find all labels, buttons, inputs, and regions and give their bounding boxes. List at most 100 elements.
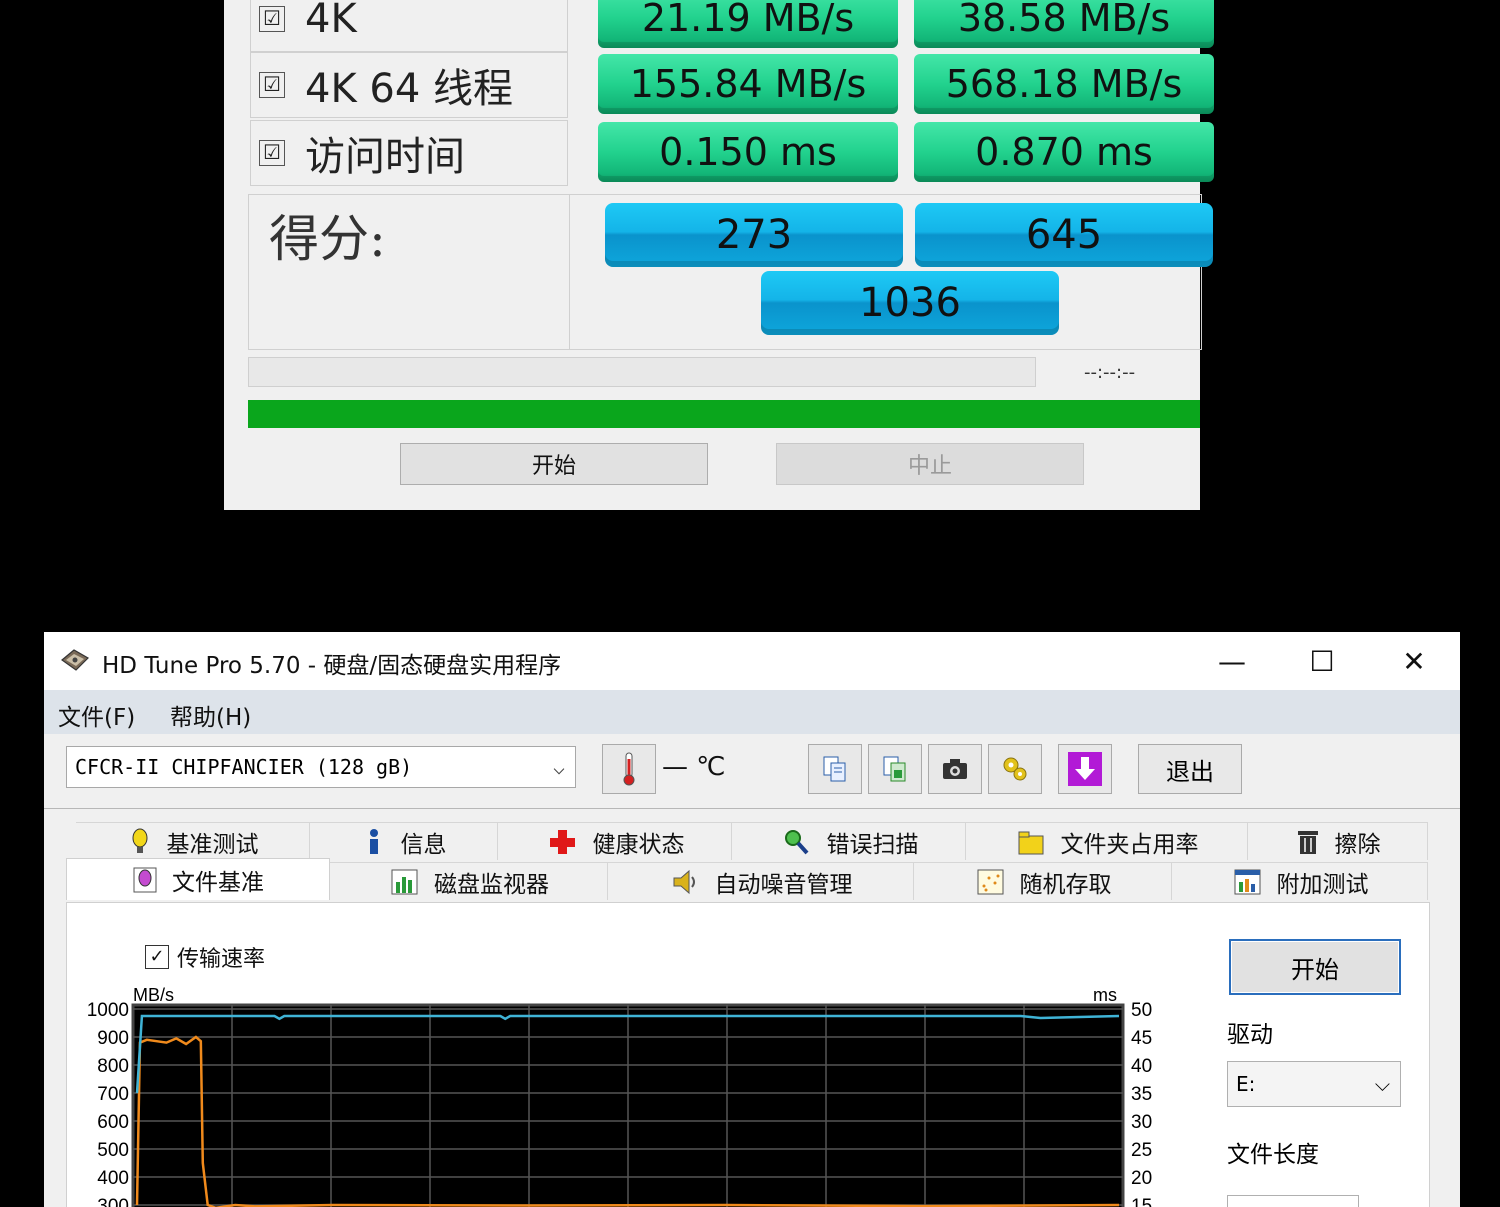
- score-box: 得分: 273 645 1036: [248, 194, 1213, 350]
- y2-tick-label: 45: [1131, 1028, 1152, 1049]
- options-button[interactable]: [988, 744, 1042, 794]
- copy-text-button[interactable]: [808, 744, 862, 794]
- checkbox-icon[interactable]: ☑: [259, 140, 285, 166]
- y-tick-label: 700: [97, 1084, 129, 1105]
- health-cross-icon: [549, 829, 575, 854]
- tab-health[interactable]: 健康状态: [498, 822, 732, 860]
- lightbulb-icon: [132, 828, 147, 853]
- drive-select[interactable]: CFCR-II CHIPFANCIER (128 gB) ⌵: [66, 746, 576, 788]
- progress-fill: [248, 400, 1200, 428]
- y-tick-label: 400: [97, 1168, 129, 1189]
- tab-benchmark[interactable]: 基准测试: [76, 822, 310, 860]
- write-result: 38.58 MB/s: [914, 0, 1214, 48]
- drive-combo-value: E:: [1236, 1072, 1256, 1096]
- thermometer-icon: [623, 752, 635, 786]
- row-4k-64: ☑ 4K 64 线程 155.84 MB/s 568.18 MB/s: [248, 52, 1214, 118]
- copy-text-icon: [823, 756, 846, 782]
- tab-acoustic[interactable]: 自动噪音管理: [608, 862, 914, 900]
- row-title: 4K 64 线程: [305, 66, 514, 112]
- menu-help[interactable]: 帮助(H): [170, 698, 251, 732]
- thermometer-button[interactable]: [602, 744, 656, 794]
- write-result: 0.870 ms: [914, 122, 1214, 182]
- speaker-icon: [673, 869, 695, 894]
- tab-random-access[interactable]: 随机存取: [914, 862, 1172, 900]
- total-score: 1036: [761, 271, 1059, 335]
- row-label-4k-64: ☑ 4K 64 线程: [250, 52, 568, 118]
- tab-error-scan[interactable]: 错误扫描: [732, 822, 966, 860]
- tab-label: 磁盘监视器: [434, 871, 549, 898]
- row-access-time: ☑ 访问时间 0.150 ms 0.870 ms: [248, 120, 1214, 186]
- tab-disk-monitor[interactable]: 磁盘监视器: [330, 862, 608, 900]
- tab-info[interactable]: 信息: [310, 822, 498, 860]
- copy-image-button[interactable]: [868, 744, 922, 794]
- tab-label: 擦除: [1334, 831, 1381, 858]
- bar-chart-icon: [391, 869, 418, 894]
- y-tick-label: 1000: [87, 1000, 129, 1021]
- score-label: 得分:: [269, 210, 386, 268]
- score-divider: [569, 195, 570, 349]
- window-title: HD Tune Pro 5.70 - 硬盘/固态硬盘实用程序: [102, 653, 562, 679]
- y2-tick-label: 15: [1131, 1196, 1152, 1207]
- toolbar: CFCR-II CHIPFANCIER (128 gB) ⌵ — ℃ 退出: [44, 734, 1460, 809]
- magnifier-icon: [784, 829, 808, 854]
- start-button[interactable]: 开始: [400, 443, 708, 485]
- start-button[interactable]: 开始: [1229, 939, 1401, 995]
- tab-folder-usage[interactable]: 文件夹占用率: [966, 822, 1248, 860]
- title-bar[interactable]: HD Tune Pro 5.70 - 硬盘/固态硬盘实用程序 — ☐ ✕: [44, 632, 1460, 690]
- read-score: 273: [605, 203, 903, 267]
- y2-axis-ticks: 50 45 40 35 30 25 20 15: [1131, 1000, 1152, 1207]
- row-4k: ☑ 4K 21.19 MB/s 38.58 MB/s: [248, 0, 1214, 52]
- info-icon: [369, 828, 378, 854]
- file-length-label: 文件长度: [1227, 1142, 1319, 1168]
- elapsed-time: --:--:--: [1084, 362, 1136, 383]
- checkbox-icon[interactable]: ☑: [259, 72, 285, 98]
- menu-file[interactable]: 文件(F): [58, 698, 135, 732]
- y2-tick-label: 50: [1131, 1000, 1152, 1021]
- tab-label: 信息: [400, 831, 447, 858]
- hdtune-app-icon: [61, 649, 89, 671]
- scatter-icon: [977, 869, 1003, 894]
- y2-tick-label: 35: [1131, 1084, 1152, 1105]
- write-score: 645: [915, 203, 1213, 267]
- tab-label: 随机存取: [1019, 871, 1112, 898]
- tab-label: 错误扫描: [826, 831, 919, 858]
- y-axis-ticks: 1000 900 800 700 600 500 400 300: [87, 1000, 129, 1207]
- menu-bar: 文件(F) 帮助(H): [44, 690, 1460, 734]
- chevron-down-icon: ⌵: [552, 755, 565, 779]
- close-icon[interactable]: ✕: [1384, 640, 1444, 682]
- file-length-field[interactable]: [1227, 1195, 1359, 1207]
- trash-icon: [1297, 830, 1318, 854]
- hdtune-window: HD Tune Pro 5.70 - 硬盘/固态硬盘实用程序 — ☐ ✕ 文件(…: [44, 632, 1460, 1207]
- y-tick-label: 300: [97, 1196, 129, 1207]
- row-title: 4K: [305, 0, 357, 42]
- extra-tests-icon: [1234, 869, 1260, 894]
- file-benchmark-icon: [133, 867, 157, 892]
- file-benchmark-panel: ✓ 传输速率 MB/s ms 1000 900 800 700 600 500 400 300…: [66, 902, 1430, 1207]
- transfer-chart: MB/s ms 1000 900 800 700 600 500 400 300 50 45 40…: [87, 985, 1152, 1207]
- write-result: 568.18 MB/s: [914, 54, 1214, 114]
- copy-image-icon: [883, 756, 906, 782]
- drive-combo[interactable]: E: ⌵: [1227, 1061, 1401, 1107]
- y-tick-label: 500: [97, 1140, 129, 1161]
- read-result: 0.150 ms: [598, 122, 898, 182]
- exit-button[interactable]: 退出: [1138, 744, 1242, 794]
- y2-tick-label: 30: [1131, 1112, 1152, 1133]
- as-ssd-panel: ☑ 4K 21.19 MB/s 38.58 MB/s ☑ 4K 64 线程 15…: [224, 0, 1214, 510]
- screenshot-button[interactable]: [928, 744, 982, 794]
- tab-extra-tests[interactable]: 附加测试: [1172, 862, 1428, 900]
- temperature-readout: — ℃: [662, 752, 726, 782]
- maximize-icon[interactable]: ☐: [1292, 640, 1352, 682]
- tab-erase[interactable]: 擦除: [1248, 822, 1428, 860]
- y2-tick-label: 20: [1131, 1168, 1152, 1189]
- read-result: 155.84 MB/s: [598, 54, 898, 114]
- y-tick-label: 800: [97, 1056, 129, 1077]
- stop-button[interactable]: 中止: [776, 443, 1084, 485]
- checkbox-icon[interactable]: ☑: [259, 6, 285, 32]
- tab-file-benchmark[interactable]: 文件基准: [66, 858, 330, 900]
- row-label-access-time: ☑ 访问时间: [250, 120, 568, 186]
- row-title: 访问时间: [305, 134, 465, 180]
- y2-tick-label: 25: [1131, 1140, 1152, 1161]
- download-button[interactable]: [1058, 744, 1112, 794]
- minimize-icon[interactable]: —: [1202, 640, 1262, 682]
- read-result: 21.19 MB/s: [598, 0, 898, 48]
